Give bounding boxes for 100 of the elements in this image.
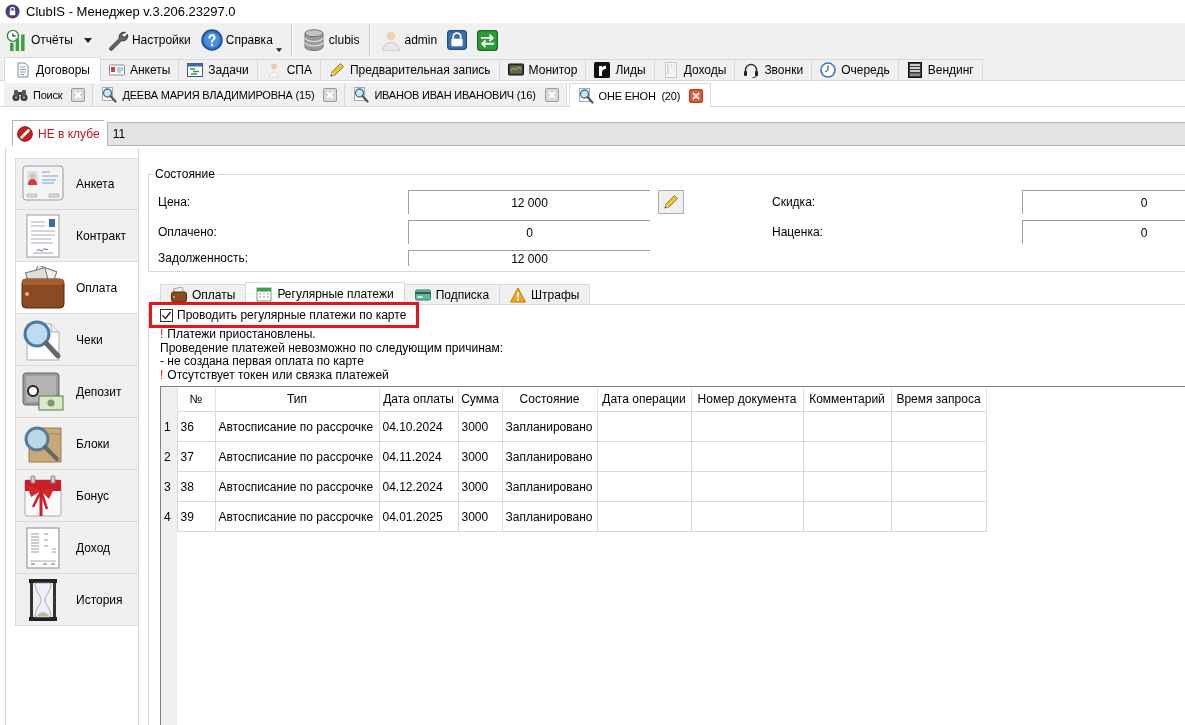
table-cell: 3000 [458, 441, 502, 472]
wallet-icon [21, 265, 65, 310]
table-cell: 37 [177, 441, 215, 472]
tab[interactable]: Оплаты [160, 284, 247, 304]
row-number: 2 [161, 441, 177, 472]
table-cell: Запланировано [502, 441, 597, 472]
tab[interactable]: Монитор [498, 59, 587, 80]
sidebar-item[interactable]: История [15, 574, 138, 626]
id-card-icon [108, 62, 125, 78]
lock-icon [5, 4, 20, 19]
toolbar-button[interactable]: Отчёты [3, 25, 76, 55]
row-number: 3 [161, 471, 177, 502]
tab[interactable]: ИВАНОВ ИВАН ИВАНОВИЧ (16) [345, 83, 567, 106]
bank-card-icon [414, 286, 431, 303]
tab[interactable]: Доходы [653, 59, 736, 80]
tab[interactable]: ОНЕ ЕНОН (20) [568, 83, 712, 107]
field-label: Задолженность: [158, 250, 250, 266]
table-cell: Автосписание по рассрочке [215, 441, 379, 472]
table-cell: Запланировано [502, 501, 597, 532]
ledger-icon [662, 62, 679, 78]
magnifier-icon [101, 86, 118, 103]
field-label: Цена: [158, 194, 192, 211]
value-field[interactable]: 0 [1022, 190, 1185, 214]
group-title: Состояние [154, 167, 216, 181]
value-field[interactable]: 12 000 [408, 190, 650, 214]
value-field[interactable]: 12 000 [408, 250, 650, 266]
close-button[interactable] [323, 87, 338, 102]
tab[interactable]: Звонки [734, 59, 813, 80]
toolbar-button[interactable]: Настройки [103, 25, 194, 55]
status-text: НЕ в клубе [38, 126, 100, 141]
sidebar-item[interactable]: Блоки [15, 418, 138, 470]
monitor-icon [507, 62, 524, 78]
headset-icon [743, 62, 760, 78]
column-header: Дата оплаты [379, 387, 458, 412]
tab[interactable]: Поиск [4, 83, 94, 106]
table-cell: 04.10.2024 [379, 411, 458, 442]
warning-mark: ! [160, 367, 164, 382]
tab[interactable]: Договоры [4, 57, 101, 81]
clock-icon [820, 62, 837, 78]
close-icon [544, 87, 559, 102]
pencil-icon [663, 194, 679, 210]
toolbar-button[interactable]: clubis [298, 25, 363, 55]
close-icon [71, 87, 86, 102]
caret-icon [83, 37, 92, 43]
sidebar-item[interactable]: Чеки [15, 314, 138, 366]
magnifier-icon [577, 87, 594, 104]
letter-tile-icon [594, 62, 611, 78]
toolbar-button[interactable]: admin [376, 25, 441, 55]
close-button[interactable] [689, 88, 704, 103]
close-icon [323, 87, 338, 102]
column-header: Тип [215, 387, 379, 412]
tab[interactable]: Подписка [403, 284, 501, 304]
wrench-icon [106, 29, 129, 51]
table-cell: Автосписание по рассрочке [215, 411, 379, 442]
value-field[interactable]: 0 [1022, 220, 1185, 244]
database-icon [301, 28, 326, 52]
checkbox[interactable] [160, 308, 173, 322]
table-cell: 04.11.2024 [379, 441, 458, 472]
user-icon [379, 29, 402, 51]
sidebar-item[interactable]: Бонус [15, 470, 138, 522]
sidebar-item[interactable]: Анкета [15, 158, 138, 210]
table-cell: 38 [177, 471, 215, 502]
table-cell: 3000 [458, 471, 502, 502]
toolbar-button[interactable]: Справка [197, 25, 285, 55]
status-field[interactable]: 11 [106, 122, 1185, 146]
table-cell: Автосписание по рассрочке [215, 501, 379, 532]
close-button[interactable] [71, 87, 86, 102]
column-header: Номер документа [691, 387, 803, 412]
sidebar-item[interactable]: Оплата [15, 262, 138, 314]
sidebar-item[interactable]: Доход [15, 522, 138, 574]
tab[interactable]: Лиды [585, 59, 655, 80]
tab[interactable]: Предварительная запись [319, 59, 500, 80]
table-cell: Запланировано [502, 471, 597, 502]
sidebar-item[interactable]: Контракт [15, 210, 138, 262]
close-button[interactable] [544, 87, 559, 102]
wallet-icon [171, 286, 187, 303]
warning-icon [510, 286, 527, 303]
tab[interactable]: ДЕЕВА МАРИЯ ВЛАДИМИРОВНА (15) [93, 83, 346, 106]
column-header: Комментарий [803, 387, 891, 412]
value-field[interactable]: 0 [408, 220, 650, 244]
warning-mark: ! [160, 327, 164, 341]
edit-button[interactable] [658, 190, 684, 214]
message-text: Отсутствует токен или связка платежей [167, 367, 389, 382]
task-list-icon [187, 62, 204, 78]
padlock-icon [447, 30, 468, 50]
tab[interactable]: Вендинг [897, 59, 983, 80]
field-label: Скидка: [772, 194, 817, 211]
tab[interactable]: СПА [256, 59, 321, 80]
sidebar-item[interactable]: Депозит [15, 366, 138, 418]
gift-calendar-icon [21, 473, 65, 518]
bar-chart-icon [6, 29, 28, 51]
tab[interactable]: Задачи [178, 59, 258, 80]
table-cell: 36 [177, 411, 215, 442]
tab[interactable]: Очередь [811, 59, 899, 80]
checkmark-icon [161, 309, 172, 321]
column-header: № [177, 387, 215, 412]
checkbox-label[interactable]: Проводить регулярные платежи по карте [177, 308, 407, 322]
tab[interactable]: Штрафы [499, 284, 591, 304]
vending-machine-icon [906, 62, 923, 78]
calendar-icon [256, 286, 273, 302]
